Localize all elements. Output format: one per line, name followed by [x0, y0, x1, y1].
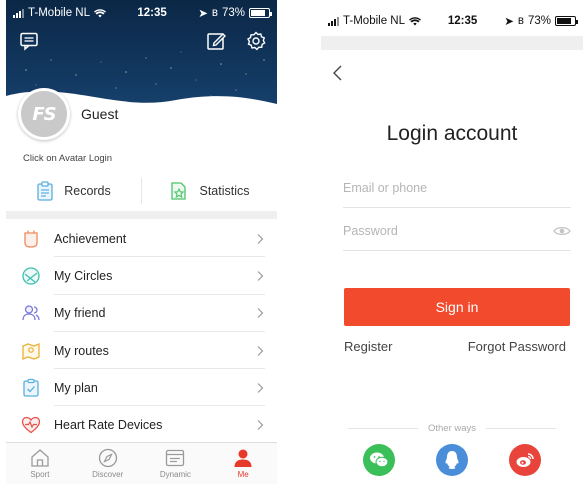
tab-label: Discover	[92, 470, 124, 479]
tab-label: Me	[237, 470, 249, 479]
menu-label: My Circles	[54, 268, 113, 283]
status-bar: T-Mobile NL 12:35 ➤ ʙ 73%	[321, 8, 583, 34]
battery-percent: 73%	[221, 7, 245, 19]
bottom-tab-bar: Sport Discover Dynamic Me	[6, 442, 277, 484]
divider-line	[347, 428, 418, 429]
carrier-label: T-Mobile NL	[28, 7, 90, 19]
menu-label: My routes	[54, 343, 109, 358]
routes-icon	[20, 340, 42, 362]
eye-icon[interactable]	[553, 225, 571, 237]
achievement-icon	[20, 228, 42, 250]
page-title: Login account	[386, 122, 518, 145]
qq-login-button[interactable]	[435, 444, 468, 476]
login-hint: Click on Avatar Login	[23, 153, 113, 164]
menu-item-my-circles[interactable]: My Circles	[6, 257, 277, 295]
clock: 12:35	[447, 15, 478, 27]
nav-separator	[321, 36, 583, 50]
menu-item-achievement[interactable]: Achievement	[6, 220, 277, 258]
friend-icon	[20, 302, 42, 324]
menu-item-heart-rate-devices[interactable]: Heart Rate Devices	[6, 406, 277, 445]
wifi-icon	[94, 8, 106, 17]
person-icon	[234, 449, 252, 467]
other-ways-divider: Other ways	[321, 423, 583, 434]
menu-label: My plan	[54, 380, 98, 395]
login-screen: T-Mobile NL 12:35 ➤ ʙ 73% Login account …	[321, 0, 583, 484]
compass-icon	[98, 448, 117, 468]
user-name: Guest	[81, 106, 119, 122]
tab-label: Sport	[30, 470, 50, 479]
back-arrow-icon[interactable]	[331, 64, 345, 82]
heart-rate-icon	[20, 414, 42, 436]
chevron-right-icon	[257, 271, 264, 281]
battery-icon	[554, 16, 578, 26]
email-input[interactable]	[343, 180, 571, 195]
menu-label: My friend	[54, 306, 106, 321]
social-login-row	[321, 444, 583, 476]
statistics-icon	[171, 182, 187, 200]
menu-label: Heart Rate Devices	[54, 418, 163, 433]
records-icon	[37, 181, 53, 201]
tab-label: Dynamic	[159, 470, 191, 479]
chevron-right-icon	[257, 233, 264, 244]
wechat-login-button[interactable]	[363, 444, 396, 476]
edit-icon[interactable]	[205, 30, 227, 52]
tab-sport[interactable]: Sport	[6, 443, 74, 484]
statistics-button[interactable]: Statistics	[142, 170, 277, 212]
location-icon: ➤	[198, 8, 208, 20]
plan-icon	[20, 377, 42, 399]
register-link[interactable]: Register	[344, 339, 392, 354]
section-separator	[6, 211, 277, 219]
avatar-initials: FS	[32, 103, 56, 125]
menu-label: Achievement	[54, 231, 127, 246]
circles-icon	[20, 265, 42, 287]
carrier-label: T-Mobile NL	[343, 15, 405, 27]
avatar[interactable]: FS	[18, 88, 70, 140]
sign-in-button[interactable]: Sign in	[344, 288, 570, 326]
menu-item-my-plan[interactable]: My plan	[6, 369, 277, 407]
status-bar: T-Mobile NL 12:35 ➤ ʙ 73%	[6, 0, 277, 26]
chevron-right-icon	[257, 345, 264, 356]
location-icon: ➤	[504, 16, 514, 28]
tab-discover[interactable]: Discover	[74, 443, 142, 484]
forgot-password-link[interactable]: Forgot Password	[468, 339, 566, 354]
other-ways-label: Other ways	[427, 423, 477, 434]
sport-icon	[31, 449, 49, 467]
password-input[interactable]	[343, 223, 553, 238]
menu-item-my-routes[interactable]: My routes	[6, 332, 277, 370]
menu-item-my-friend[interactable]: My friend	[6, 295, 277, 333]
statistics-label: Statistics	[199, 184, 250, 198]
battery-icon	[248, 8, 272, 18]
password-field[interactable]	[343, 211, 571, 251]
wechat-icon	[370, 452, 389, 468]
profile-menu: Achievement My Circles My friend My rout…	[6, 220, 277, 445]
divider-line	[486, 428, 557, 429]
bluetooth-icon: ʙ	[211, 7, 218, 19]
chevron-right-icon	[257, 382, 264, 393]
email-field[interactable]	[343, 168, 571, 208]
clock: 12:35	[137, 7, 167, 19]
tab-dynamic[interactable]: Dynamic	[142, 443, 210, 484]
signal-icon	[328, 16, 339, 26]
bluetooth-icon: ʙ	[517, 15, 524, 27]
weibo-icon	[516, 453, 534, 467]
weibo-login-button[interactable]	[508, 444, 541, 476]
dynamic-icon	[166, 449, 185, 467]
chevron-right-icon	[257, 308, 264, 319]
signal-icon	[13, 8, 24, 18]
tab-me[interactable]: Me	[209, 443, 277, 484]
wifi-icon	[409, 16, 421, 25]
chevron-right-icon	[257, 420, 264, 431]
qq-icon	[445, 451, 459, 469]
profile-screen: T-Mobile NL 12:35 ➤ ʙ 73% FS Guest Click…	[6, 0, 277, 484]
settings-icon[interactable]	[245, 30, 267, 52]
battery-percent: 73%	[527, 15, 551, 27]
records-label: Records	[64, 184, 111, 198]
records-button[interactable]: Records	[6, 170, 141, 212]
message-icon[interactable]	[18, 30, 40, 52]
